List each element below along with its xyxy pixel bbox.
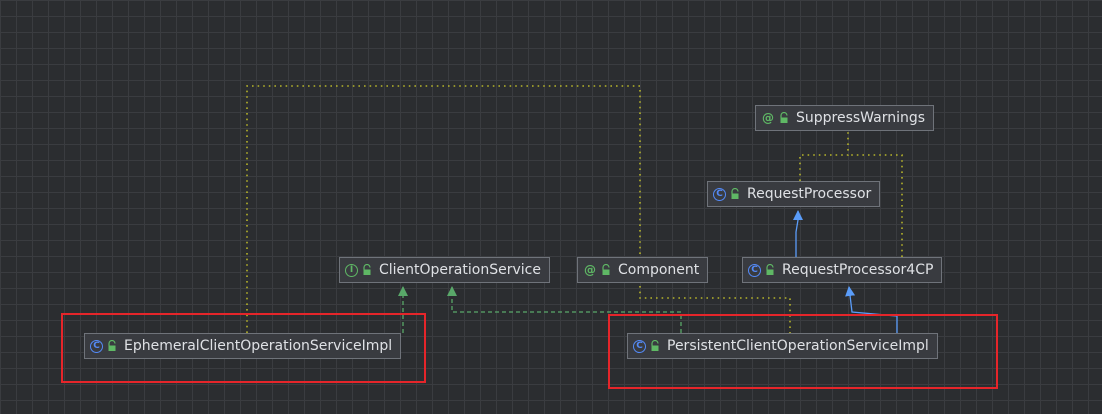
annotation-icon: @ xyxy=(584,263,596,277)
lock-icon xyxy=(731,188,739,199)
node-label: ClientOperationService xyxy=(379,262,541,278)
node-client-operation-service[interactable]: I ClientOperationService xyxy=(339,257,550,283)
class-icon: C xyxy=(748,263,761,277)
lock-icon xyxy=(363,264,371,275)
node-component[interactable]: @ Component xyxy=(577,257,709,283)
node-label: SuppressWarnings xyxy=(796,110,926,126)
node-label: RequestProcessor4CP xyxy=(782,262,934,278)
node-label: RequestProcessor xyxy=(747,186,872,202)
edge-requestprocessor4cp-extends-requestprocessor xyxy=(793,210,803,257)
annotation-icon: @ xyxy=(762,111,774,125)
edge-requestprocessor-to-suppresswarnings xyxy=(799,131,849,181)
lock-icon xyxy=(766,264,774,275)
node-suppress-warnings[interactable]: @ SuppressWarnings xyxy=(755,105,935,131)
node-request-processor-4cp[interactable]: C RequestProcessor4CP xyxy=(742,257,943,283)
interface-icon: I xyxy=(345,263,358,277)
edge-ephemeral-to-component xyxy=(246,85,791,333)
highlight-box-persistent xyxy=(608,314,998,389)
lock-icon xyxy=(780,112,788,123)
class-icon: C xyxy=(713,187,726,201)
node-request-processor[interactable]: C RequestProcessor xyxy=(707,181,881,207)
lock-icon xyxy=(602,264,610,275)
highlight-box-ephemeral xyxy=(61,313,426,383)
node-label: Component xyxy=(618,262,700,278)
